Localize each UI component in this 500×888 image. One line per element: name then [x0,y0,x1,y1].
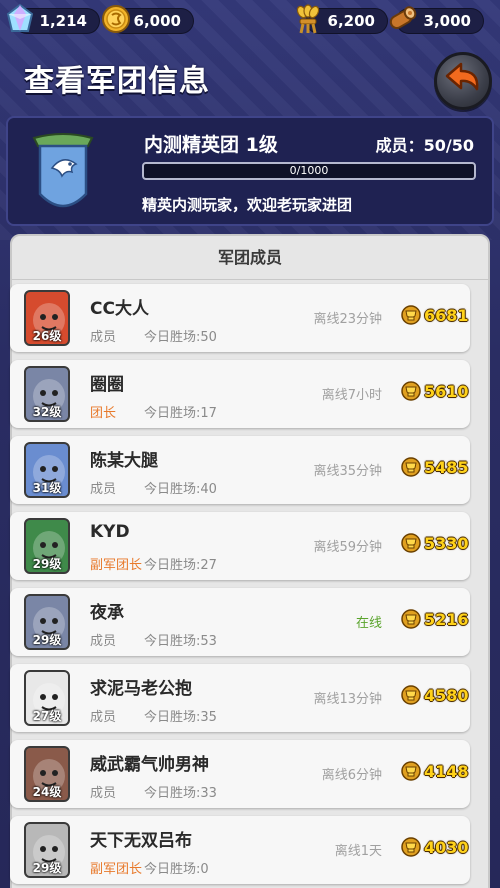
member-role: 成员 [90,786,117,801]
wood-amount: 3,000 [423,12,471,30]
member-online-status: 离线6分钟 [321,768,382,783]
member-level: 31级 [32,481,62,495]
member-row[interactable]: 31级 陈某大腿成员 今日胜场:40 离线35分钟 5485 [10,436,470,504]
coin-amount: 6,000 [133,12,181,30]
member-level: 27级 [32,709,62,723]
member-level: 32级 [32,405,62,419]
member-row[interactable]: 29级 夜承成员 今日胜场:53 在线 5216 [10,588,470,656]
member-today-wins: 今日胜场:35 [144,710,217,725]
member-row[interactable]: 24级 威武霸气帅男神成员 今日胜场:33 离线6分钟 4148 [10,740,470,808]
member-row[interactable]: 29级 天下无双吕布副军团长 今日胜场:0 离线1天 4030 [10,816,470,884]
trophy-score-icon [401,685,421,705]
member-row[interactable]: 26级 CC大人成员 今日胜场:50 离线23分钟 6681 [10,284,470,352]
wheat-amount: 6,200 [327,12,375,30]
member-online-status: 离线1天 [334,844,382,859]
member-score: 5485 [424,458,469,477]
member-row[interactable]: 32级 圈圈团长 今日胜场:17 离线7小时 5610 [10,360,470,428]
member-today-wins: 今日胜场:33 [144,786,217,801]
member-score: 5216 [424,610,469,629]
member-online-status: 离线13分钟 [313,692,382,707]
trophy-score-icon [401,533,421,553]
member-name: 夜承 [90,603,124,623]
member-score: 4580 [424,686,469,705]
member-row[interactable]: 27级 求泥马老公抱成员 今日胜场:35 离线13分钟 4580 [10,664,470,732]
wood-icon [389,6,417,29]
member-online-status: 离线23分钟 [313,312,382,327]
member-score: 5330 [424,534,469,553]
member-avatar[interactable]: 29级 [24,594,70,650]
member-avatar[interactable]: 32级 [24,366,70,422]
member-score: 5610 [424,382,469,401]
trophy-score-icon [401,305,421,325]
page-title: 查看军团信息 [24,64,210,99]
member-role: 成员 [90,710,117,725]
trophy-score-icon [401,761,421,781]
trophy-score-icon [401,837,421,857]
guild-description: 精英内测玩家，欢迎老玩家进团 [142,196,353,214]
back-arrow-icon [445,62,479,91]
guild-banner-icon [32,133,94,208]
member-online-status: 在线 [355,616,382,631]
trophy-score-icon [401,457,421,477]
member-level: 26级 [32,329,62,343]
member-level: 29级 [32,557,62,571]
member-today-wins: 今日胜场:53 [144,634,217,649]
member-avatar[interactable]: 26级 [24,290,70,346]
member-online-status: 离线35分钟 [313,464,382,479]
member-avatar[interactable]: 29级 [24,518,70,574]
guild-member-count: 成员：50/50 [375,136,474,155]
guild-exp-progress: 0/1000 [142,162,476,180]
member-name: 圈圈 [90,375,124,395]
guild-info-card: 内测精英团 1级 成员：50/50 0/1000 精英内测玩家，欢迎老玩家进团 [6,116,494,226]
gem-icon [6,3,34,32]
member-level: 29级 [32,633,62,647]
wheat-icon [296,4,320,34]
member-name: CC大人 [90,299,149,319]
coin-icon [102,5,130,33]
member-today-wins: 今日胜场:40 [144,482,217,497]
member-name: 求泥马老公抱 [90,679,192,699]
member-role: 成员 [90,634,117,649]
member-avatar[interactable]: 31级 [24,442,70,498]
member-score: 4148 [424,762,469,781]
member-name: 天下无双吕布 [90,831,192,851]
member-role: 副军团长 [90,862,143,877]
member-level: 29级 [32,861,62,875]
member-level: 24级 [32,785,62,799]
member-role: 成员 [90,482,117,497]
guild-name: 内测精英团 1级 [144,134,278,156]
member-today-wins: 今日胜场:27 [144,558,217,573]
member-today-wins: 今日胜场:0 [144,862,209,877]
member-today-wins: 今日胜场:50 [144,330,217,345]
member-row[interactable]: 29级 KYD 副军团长 今日胜场:27 离线59分钟 5330 [10,512,470,580]
gem-amount: 1,214 [39,12,87,30]
member-score: 4030 [424,838,469,857]
trophy-score-icon [401,609,421,629]
guild-exp-progress-text: 0/1000 [289,164,329,177]
member-name: KYD [90,522,130,542]
member-role: 成员 [90,330,117,345]
member-avatar[interactable]: 27级 [24,670,70,726]
member-avatar[interactable]: 29级 [24,822,70,878]
member-score: 6681 [424,306,469,325]
member-online-status: 离线7小时 [321,388,382,403]
member-online-status: 离线59分钟 [313,540,382,555]
member-name: 威武霸气帅男神 [90,755,209,775]
trophy-score-icon [401,381,421,401]
member-avatar[interactable]: 24级 [24,746,70,802]
member-role: 副军团长 [90,558,143,573]
member-role: 团长 [90,406,117,421]
member-today-wins: 今日胜场:17 [144,406,217,421]
member-name: 陈某大腿 [90,451,158,471]
back-button[interactable] [434,52,492,110]
members-panel-header: 军团成员 [12,236,488,280]
